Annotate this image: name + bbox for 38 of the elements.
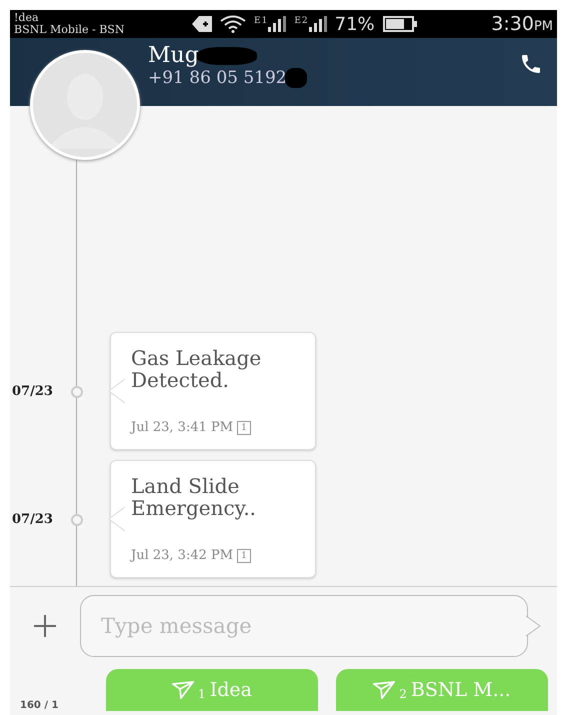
carrier-name: BSNL Mobile - BSN: [14, 24, 126, 36]
message-bubble[interactable]: Gas Leakage Detected. Jul 23, 3:41 PM 1: [110, 332, 316, 450]
phone-icon[interactable]: [519, 52, 543, 76]
sim-badge: 1: [237, 420, 251, 434]
wifi-icon: [220, 15, 246, 33]
carrier-name: !dea: [14, 12, 40, 24]
message-date: 07/23: [11, 512, 54, 526]
clock: 3:30PM: [491, 13, 553, 35]
signal-icon: [268, 16, 286, 32]
timeline-node: [71, 386, 83, 398]
message-text: Gas Leakage Detected.: [131, 347, 262, 391]
bubble-tail: [108, 379, 125, 403]
timeline-node: [71, 514, 83, 526]
sim-badge: 1: [237, 548, 251, 562]
bubble-tail-icon: [526, 614, 542, 638]
sim-number: 2: [302, 16, 308, 26]
redaction-mark: [284, 68, 307, 88]
battery-percentage: 71%: [334, 14, 375, 34]
sim-number: 1: [262, 16, 268, 26]
signal-icon: [308, 16, 327, 32]
bubble-tail: [108, 507, 125, 531]
send-icon: [373, 681, 396, 699]
network-type: E: [294, 16, 301, 26]
contact-number: +91 86 05 5192: [148, 68, 287, 88]
redaction-mark: [196, 47, 257, 65]
send-icon: [172, 681, 194, 699]
message-text: Land Slide Emergency..: [131, 475, 258, 519]
message-time: Jul 23, 3:42 PM: [131, 548, 234, 563]
contact-name: Mug: [148, 44, 199, 68]
character-counter: 160 / 1: [19, 700, 60, 711]
tag-icon: [192, 16, 212, 32]
battery-icon: [382, 16, 417, 32]
message-input[interactable]: Type message: [80, 595, 528, 657]
message-bubble[interactable]: Land Slide Emergency.. Jul 23, 3:42 PM 1: [110, 460, 316, 578]
add-icon[interactable]: [34, 615, 56, 637]
message-date: 07/23: [11, 384, 54, 398]
message-time: Jul 23, 3:41 PM: [131, 420, 234, 435]
network-type: E: [254, 16, 261, 26]
